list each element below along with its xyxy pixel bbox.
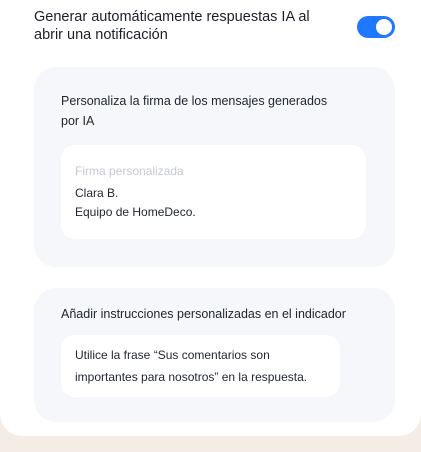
signature-line: Equipo de HomeDeco. — [75, 205, 196, 219]
signature-title: Personaliza la firma de los mensajes gen… — [61, 94, 328, 128]
auto-reply-toggle[interactable] — [357, 16, 395, 38]
toggle-knob — [376, 19, 392, 35]
instructions-card: Añadir instrucciones personalizadas en e… — [34, 288, 395, 422]
signature-line: Clara B. — [75, 186, 119, 200]
background-strip — [0, 436, 421, 452]
instructions-title: Añadir instrucciones personalizadas en e… — [61, 307, 346, 321]
instructions-input[interactable]: Utilice la frase “Sus comentarios son im… — [61, 335, 340, 397]
instructions-value: Utilice la frase “Sus comentarios son im… — [75, 348, 308, 384]
signature-card: Personaliza la firma de los mensajes gen… — [34, 67, 395, 267]
auto-reply-label: Generar automáticamente respuestas IA al… — [34, 9, 310, 43]
signature-input[interactable]: Firma personalizada Clara B. Equipo de H… — [61, 145, 366, 239]
auto-reply-setting-row: Generar automáticamente respuestas IA al… — [34, 8, 399, 48]
signature-placeholder: Firma personalizada — [75, 164, 184, 178]
settings-panel: Generar automáticamente respuestas IA al… — [0, 0, 421, 436]
signature-value: Clara B. Equipo de HomeDeco. — [75, 184, 196, 222]
